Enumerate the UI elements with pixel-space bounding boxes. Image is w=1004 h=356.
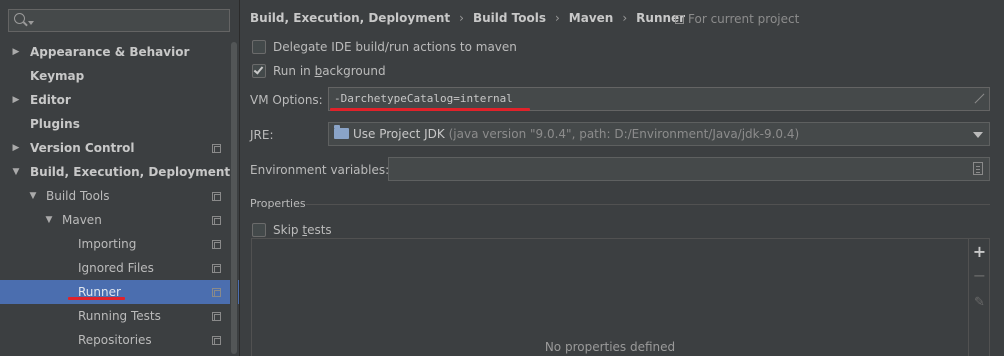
section-separator [306, 204, 990, 205]
delegate-checkbox[interactable] [252, 40, 266, 54]
jre-select[interactable]: Use Project JDK (java version "9.0.4", p… [328, 122, 990, 146]
scope-label: For current project [688, 12, 800, 26]
env-vars-field[interactable] [388, 157, 990, 181]
project-scope-icon [212, 288, 221, 297]
vm-options-value: -DarchetypeCatalog=internal [334, 92, 513, 105]
search-icon [14, 13, 25, 24]
label-part: Skip [273, 223, 303, 237]
label-part: ests [307, 223, 332, 237]
properties-section-title: Properties [250, 197, 306, 210]
delegate-label: Delegate IDE build/run actions to maven [273, 40, 517, 54]
runner-annotation-underline [68, 297, 125, 300]
vm-options-label: VM Options: [250, 93, 323, 107]
expand-icon[interactable] [973, 93, 984, 104]
collapsed-arrow-icon[interactable]: ▶ [10, 88, 22, 112]
sidebar-item-importing[interactable]: Importing [0, 232, 239, 256]
empty-table-message: No properties defined [544, 340, 676, 354]
settings-search-input[interactable] [8, 9, 230, 32]
project-scope-icon [212, 240, 221, 249]
collapsed-arrow-icon[interactable]: ▶ [10, 136, 22, 160]
properties-toolbar: + − ✎ [969, 238, 990, 356]
expanded-arrow-icon[interactable]: ▼ [27, 184, 39, 208]
vm-options-annotation-underline [330, 108, 530, 111]
sidebar-item-label: Ignored Files [78, 261, 154, 275]
sidebar-item-plugins[interactable]: Plugins [0, 112, 239, 136]
sidebar-item-build-tools[interactable]: ▼ Build Tools [0, 184, 239, 208]
chevron-right-icon: › [622, 11, 628, 25]
chevron-right-icon: › [554, 11, 560, 25]
sidebar-item-editor[interactable]: ▶ Editor [0, 88, 239, 112]
project-scope-icon [212, 264, 221, 273]
sidebar-item-label: Maven [62, 213, 102, 227]
project-scope-icon [212, 312, 221, 321]
sidebar-item-keymap[interactable]: Keymap [0, 64, 239, 88]
label-part: Run in [273, 64, 315, 78]
project-scope-icon [212, 336, 221, 345]
properties-table[interactable]: No properties defined [251, 238, 969, 356]
project-scope-icon [212, 144, 221, 153]
sidebar-item-version-control[interactable]: ▶ Version Control [0, 136, 239, 160]
run-in-background-label: Run in background [273, 62, 386, 80]
jre-label: JRE: [250, 128, 274, 142]
remove-icon[interactable]: − [971, 267, 988, 284]
skip-tests-checkbox[interactable] [252, 223, 266, 237]
env-vars-label: Environment variables: [250, 163, 390, 177]
edit-document-icon[interactable] [973, 162, 983, 175]
breadcrumb-item: Build Tools [472, 11, 546, 25]
jre-selected-value: Use Project JDK [353, 127, 445, 141]
sidebar-item-running-tests[interactable]: Running Tests [0, 304, 239, 328]
sidebar-item-label: Running Tests [78, 309, 161, 323]
collapsed-arrow-icon[interactable]: ▶ [10, 40, 22, 64]
scope-indicator: For current project [675, 11, 799, 27]
sidebar-item-label: Appearance & Behavior [30, 45, 190, 59]
sidebar-item-label: Plugins [30, 117, 80, 131]
project-scope-icon [212, 216, 221, 225]
sidebar-item-label: Runner [78, 285, 121, 299]
main-scrollbar[interactable] [995, 0, 1004, 356]
expanded-arrow-icon[interactable]: ▼ [10, 160, 22, 184]
sidebar-item-maven[interactable]: ▼ Maven [0, 208, 239, 232]
run-in-background-checkbox[interactable] [252, 64, 266, 78]
edit-icon[interactable]: ✎ [971, 294, 988, 311]
sidebar-item-ignored-files[interactable]: Ignored Files [0, 256, 239, 280]
breadcrumb-item: Maven [568, 11, 614, 25]
sidebar-item-label: Version Control [30, 141, 135, 155]
add-icon[interactable]: + [971, 243, 988, 260]
label-part: ackground [322, 64, 386, 78]
sidebar-item-runner[interactable]: Runner [0, 280, 239, 304]
chevron-down-icon[interactable] [973, 132, 983, 138]
sidebar-scrollbar-thumb[interactable] [231, 42, 237, 354]
chevron-right-icon: › [459, 11, 464, 25]
jre-detail: (java version "9.0.4", path: D:/Environm… [448, 127, 800, 141]
settings-tree: ▶ Appearance & Behavior Keymap ▶ Editor … [0, 40, 239, 352]
sidebar-item-label: Build Tools [46, 189, 110, 203]
sidebar-item-label: Keymap [30, 69, 85, 83]
sidebar-item-label: Importing [78, 237, 137, 251]
runner-settings-panel: Build, Execution, Deployment › Build Tools… [240, 0, 1004, 356]
skip-tests-label: Skip tests [273, 221, 332, 239]
sidebar-scrollbar[interactable] [230, 38, 238, 356]
expanded-arrow-icon[interactable]: ▼ [43, 208, 55, 232]
breadcrumb-item: Build, Execution, Deployment [250, 11, 451, 25]
settings-sidebar: ▶ Appearance & Behavior Keymap ▶ Editor … [0, 0, 239, 356]
sidebar-item-label: Build, Execution, Deployment [30, 165, 231, 179]
jdk-folder-icon [334, 125, 349, 139]
breadcrumb: Build, Execution, Deployment › Build Tools… [250, 10, 685, 26]
project-scope-icon [212, 192, 221, 201]
sidebar-item-appearance-behavior[interactable]: ▶ Appearance & Behavior [0, 40, 239, 64]
sidebar-item-label: Editor [30, 93, 71, 107]
sidebar-item-repositories[interactable]: Repositories [0, 328, 239, 352]
sidebar-item-build-execution-deployment[interactable]: ▼ Build, Execution, Deployment [0, 160, 239, 184]
search-history-icon[interactable] [28, 21, 34, 25]
checkmark-icon [253, 64, 264, 75]
project-scope-icon [675, 15, 684, 24]
sidebar-item-label: Repositories [78, 333, 152, 347]
